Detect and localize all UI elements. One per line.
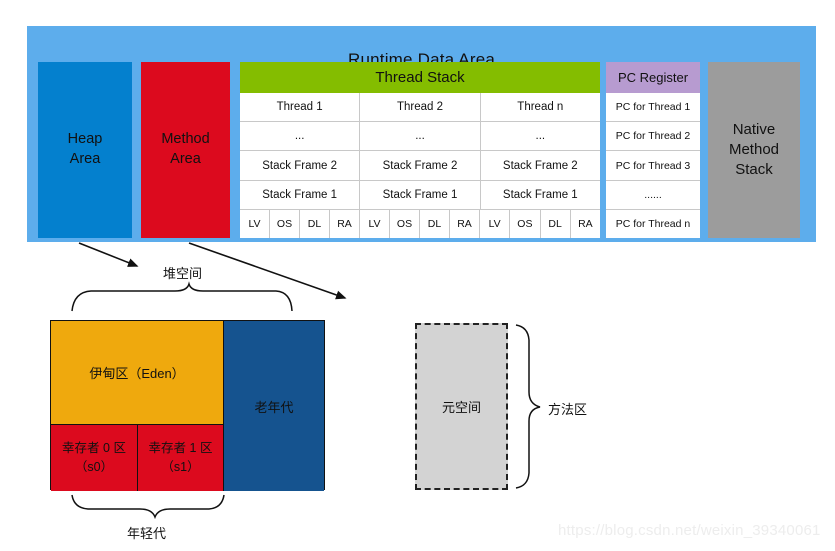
heap-area-label: Heap Area — [68, 130, 103, 169]
pc-register-header: PC Register — [606, 62, 700, 93]
thread-stack-column-headers: Thread 1 Thread 2 Thread n — [240, 93, 600, 123]
frame-part-cell: RA — [330, 209, 360, 239]
old-generation-region: 老年代 — [224, 321, 324, 491]
frame-part-cell: LV — [480, 209, 511, 239]
frame-part-cell: OS — [390, 209, 420, 239]
frame-part-cell: DL — [541, 209, 571, 239]
frame-part-cell: RA — [578, 217, 593, 230]
survivor0-region: 幸存者 0 区 （s0） — [51, 425, 138, 491]
method-area-label-line1: Method — [161, 131, 210, 148]
pc-register-entry: ...... — [606, 181, 700, 210]
stack-cell: ... — [360, 122, 481, 151]
survivor0-label-line1: 幸存者 0 区 — [62, 440, 126, 455]
method-area-block: Method Area — [141, 62, 230, 238]
young-generation-label: 年轻代 — [127, 526, 167, 541]
frame-part-cell: DL — [300, 209, 330, 239]
pc-register-entry: PC for Thread 3 — [606, 151, 700, 181]
table-row: Stack Frame 2 Stack Frame 2 Stack Frame … — [240, 151, 600, 181]
method-area-label-line2: Area — [170, 151, 201, 167]
diagram-canvas: Runtime Data Area Heap Area Method Area … — [0, 0, 835, 551]
arrow-method-to-metaspace — [188, 242, 347, 300]
metaspace-region: 元空间 — [415, 323, 508, 490]
frame-part-cell: LV — [360, 209, 390, 239]
thread-column-header: Thread 2 — [360, 93, 481, 122]
table-row: Stack Frame 1 Stack Frame 1 Stack Frame … — [240, 180, 600, 210]
native-stack-line1: Native — [732, 120, 776, 138]
survivor1-label-line2: （s1） — [161, 460, 200, 474]
watermark: https://blog.csdn.net/weixin_39340061 — [558, 522, 821, 539]
pc-register-block: PC Register PC for Thread 1 PC for Threa… — [606, 62, 700, 238]
native-stack-line2: Method — [728, 140, 780, 158]
frame-part-cell: RA — [450, 209, 480, 239]
stack-cell: Stack Frame 1 — [502, 188, 578, 201]
table-row: ... ... ... — [240, 122, 600, 152]
thread-stack-block: Thread Stack Thread 1 Thread 2 Thread n … — [240, 62, 600, 239]
heap-area-label-line2: Area — [69, 151, 101, 167]
arrow-heap-to-detail — [78, 242, 139, 267]
native-stack-line3: Stack — [735, 161, 773, 179]
eden-region: 伊甸区（Eden） — [51, 321, 224, 425]
frame-part-cell: OS — [270, 209, 300, 239]
heap-area-label-line1: Heap — [67, 131, 103, 148]
frame-part-cell: DL — [420, 209, 450, 239]
brace-heap-space — [71, 281, 293, 312]
survivor1-label-line1: 幸存者 1 区 — [148, 440, 213, 455]
brace-young-generation — [71, 494, 225, 520]
heap-detail-diagram: 伊甸区（Eden） 幸存者 0 区 （s0） 幸存者 1 区 （s1） 老年代 — [50, 320, 325, 491]
stack-cell: Stack Frame 2 — [360, 151, 481, 180]
frame-parts-group: LV OS DL RA — [480, 209, 600, 239]
pc-register-entry: PC for Thread 2 — [606, 122, 700, 152]
frame-part-cell: LV — [240, 209, 270, 239]
stack-cell: Stack Frame 2 — [240, 151, 361, 180]
thread-column-header: Thread n — [517, 101, 564, 114]
pc-register-entry: PC for Thread n — [615, 217, 691, 230]
stack-cell: Stack Frame 1 — [240, 180, 361, 209]
stack-cell: Stack Frame 2 — [502, 159, 578, 172]
frame-part-cell: OS — [510, 209, 541, 239]
brace-method-area — [515, 324, 541, 489]
frame-parts-group: LV OS DL RA — [240, 209, 360, 239]
heap-area-block: Heap Area — [38, 62, 132, 238]
survivor1-region: 幸存者 1 区 （s1） — [138, 425, 224, 491]
thread-column-header: Thread 1 — [240, 93, 361, 122]
method-area-bracket-label: 方法区 — [548, 402, 588, 417]
frame-parts-group: LV OS DL RA — [360, 209, 480, 239]
native-method-stack-block: Native Method Stack — [708, 62, 800, 238]
stack-cell: Stack Frame 1 — [360, 180, 481, 209]
native-method-stack-label: Native Method Stack — [729, 120, 779, 181]
pc-register-body: PC for Thread 1 PC for Thread 2 PC for T… — [606, 93, 700, 238]
thread-stack-header: Thread Stack — [240, 62, 600, 93]
stack-cell: ... — [535, 130, 546, 143]
method-area-label: Method Area — [161, 130, 209, 169]
pc-register-entry: PC for Thread 1 — [606, 93, 700, 123]
frame-parts-row: LV OS DL RA LV OS DL RA LV OS DL RA — [240, 209, 600, 239]
survivor0-label-line2: （s0） — [74, 460, 114, 474]
stack-cell: ... — [240, 122, 361, 151]
heap-space-label: 堆空间 — [163, 266, 203, 281]
thread-stack-grid: Thread 1 Thread 2 Thread n ... ... ... S… — [240, 93, 600, 239]
